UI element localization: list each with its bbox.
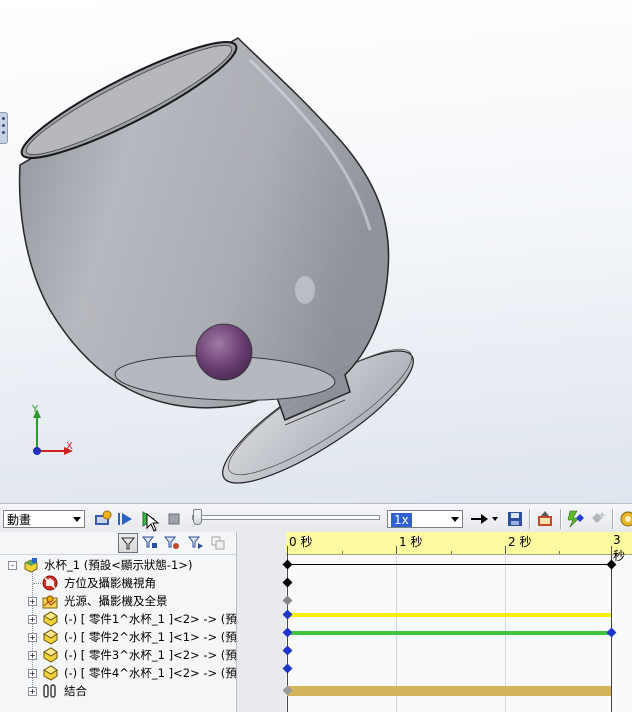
lights-cameras-scene-icon — [42, 595, 58, 609]
mates-change-bar[interactable] — [287, 686, 611, 696]
expand-toggle[interactable]: + — [28, 633, 37, 642]
filter-driving-icon[interactable] — [140, 533, 160, 553]
add-update-key-icon[interactable] — [588, 509, 608, 529]
keyframe-marker[interactable] — [606, 627, 617, 638]
part1-change-bar[interactable] — [287, 613, 611, 617]
calculate-icon[interactable] — [93, 509, 113, 529]
save-animation-icon[interactable] — [505, 509, 525, 529]
autokey-icon[interactable] — [566, 509, 586, 529]
toolbar-separator — [612, 509, 613, 529]
expand-toggle[interactable]: + — [28, 615, 37, 624]
part-icon — [42, 647, 58, 663]
filter-animated-icon[interactable] — [118, 533, 138, 553]
expand-toggle[interactable]: + — [28, 687, 37, 696]
toolbar-separator — [560, 509, 561, 529]
collapse-toggle[interactable]: - — [8, 561, 17, 570]
tick-label-2s: 2 秒 — [508, 535, 532, 549]
motion-manager-toolbar: 動畫 1x — [0, 503, 632, 534]
tree-item-part1[interactable]: + (-) [ 零件1^水杯_1 ]<2> -> (預 — [0, 610, 237, 628]
stop-icon[interactable] — [164, 509, 184, 529]
tree-item-label: 方位及攝影機視角 — [64, 576, 156, 590]
tree-item-part3[interactable]: + (-) [ 零件3^水杯_1 ]<2> -> (預 — [0, 646, 237, 664]
orientation-camera-icon — [42, 575, 58, 591]
tree-item-label: 結合 — [64, 684, 87, 698]
timeline-area[interactable]: 0 秒 1 秒 2 秒 3 秒 — [282, 532, 632, 712]
tree-item-label: (-) [ 零件2^水杯_1 ]<1> -> (預 — [64, 630, 237, 644]
playback-slider[interactable] — [190, 504, 380, 533]
play-from-start-icon[interactable] — [115, 509, 135, 529]
axis-y-label: Y — [32, 404, 39, 415]
tree-item-part4[interactable]: + (-) [ 零件4^水杯_1 ]<2> -> (預 — [0, 664, 237, 682]
tick-label-3s: 3 秒 — [613, 533, 626, 563]
motion-manager-panel: - 水杯_1 (預設<顯示狀態-1>) 方位及攝影機視角 + 光源、攝影機及全景… — [0, 532, 632, 712]
tree-item-part2[interactable]: + (-) [ 零件2^水杯_1 ]<1> -> (預 — [0, 628, 237, 646]
sphere-part — [195, 323, 253, 381]
graphics-viewport[interactable]: Y X — [0, 0, 632, 503]
filter-selected-icon[interactable] — [162, 533, 182, 553]
tick-label-1s: 1 秒 — [399, 535, 423, 549]
animation-wizard-icon[interactable] — [535, 509, 555, 529]
expand-toggle[interactable]: + — [28, 651, 37, 660]
mouse-cursor-icon — [144, 513, 164, 533]
expand-toggle[interactable]: + — [28, 669, 37, 678]
assembly-icon — [24, 558, 38, 573]
filter-results-icon[interactable] — [186, 533, 206, 553]
time-ruler[interactable]: 0 秒 1 秒 2 秒 3 秒 — [286, 532, 632, 563]
tree-item-assembly[interactable]: - 水杯_1 (預設<顯示狀態-1>) — [0, 556, 236, 574]
tree-item-label: (-) [ 零件3^水杯_1 ]<2> -> (預 — [64, 648, 237, 662]
mates-icon — [43, 684, 56, 698]
collapse-all-icon[interactable] — [208, 533, 228, 553]
motion-manager-tree: - 水杯_1 (預設<顯示狀態-1>) 方位及攝影機視角 + 光源、攝影機及全景… — [0, 532, 237, 712]
axis-x-label: X — [66, 441, 73, 452]
expand-toggle[interactable]: + — [28, 597, 37, 606]
study-type-select[interactable]: 動畫 — [3, 510, 85, 528]
tick-label-0s: 0 秒 — [289, 535, 313, 549]
tree-filter-bar — [0, 532, 236, 555]
glass-model — [18, 37, 414, 484]
part-icon — [42, 629, 58, 645]
tree-item-orientation-camera[interactable]: 方位及攝影機視角 — [0, 574, 236, 592]
tree-timeline-splitter[interactable] — [236, 532, 287, 712]
playback-speed-select[interactable]: 1x — [387, 510, 463, 528]
tree-item-label: (-) [ 零件4^水杯_1 ]<2> -> (預 — [64, 666, 237, 680]
part-icon — [42, 665, 58, 681]
motors-icon[interactable] — [618, 509, 632, 529]
part-icon — [42, 611, 58, 627]
study-type-value: 動畫 — [7, 513, 32, 527]
toolbar-separator — [529, 509, 530, 529]
assembly-time-bar[interactable] — [287, 564, 611, 565]
tree-item-label: 光源、攝影機及全景 — [64, 594, 168, 608]
part2-change-bar[interactable] — [287, 631, 611, 635]
playback-mode-icon[interactable] — [468, 509, 500, 529]
tree-item-lights-cameras[interactable]: + 光源、攝影機及全景 — [0, 592, 236, 610]
playback-speed-value: 1x — [391, 513, 412, 527]
tree-item-mates[interactable]: + 結合 — [0, 682, 236, 700]
tree-item-label: (-) [ 零件1^水杯_1 ]<2> -> (預 — [64, 612, 237, 626]
tree-item-label: 水杯_1 (預設<顯示狀態-1>) — [44, 558, 193, 572]
